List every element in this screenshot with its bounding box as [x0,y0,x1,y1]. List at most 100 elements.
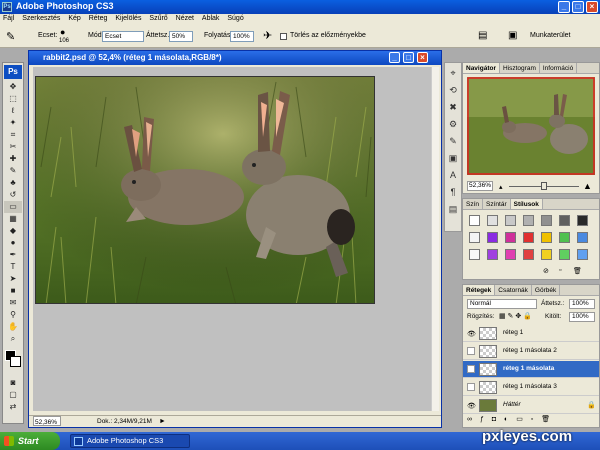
slice-tool-icon[interactable]: ✂ [4,141,22,153]
menu-window[interactable]: Ablak [199,14,223,23]
status-menu-arrow-icon[interactable]: ► [159,416,166,427]
style-swatch[interactable] [577,215,588,226]
visibility-toggle[interactable] [467,383,475,391]
mode-select[interactable]: Ecset [102,31,144,42]
new-group-icon[interactable]: ▭ [516,416,526,423]
maximize-button[interactable]: □ [572,1,584,13]
minimize-button[interactable]: _ [558,1,570,13]
lock-icons[interactable]: ▦ ✎ ✥ 🔒 [499,312,532,320]
tab-info[interactable]: Információ [540,63,578,73]
new-layer-icon[interactable]: ▫ [531,416,536,423]
tab-swatches[interactable]: Színtár [483,199,511,209]
tab-channels[interactable]: Csatornák [495,285,532,295]
layer-row[interactable]: 👁 réteg 1 [463,325,599,342]
history-panel-icon[interactable]: ⟲ [446,83,460,97]
style-swatch[interactable] [523,232,534,243]
style-swatch[interactable] [505,215,516,226]
zoom-tool-icon[interactable]: ⌕ [4,333,22,345]
zoom-slider-handle[interactable] [541,182,547,190]
marquee-tool-icon[interactable]: ⬚ [4,93,22,105]
style-swatch[interactable] [523,249,534,260]
delete-style-icon[interactable]: 🗑 [573,267,582,275]
dodge-tool-icon[interactable]: ● [4,237,22,249]
tab-color[interactable]: Szín [463,199,484,209]
blur-tool-icon[interactable]: ◆ [4,225,22,237]
tab-layers[interactable]: Rétegek [463,285,496,295]
menu-filter[interactable]: Szűrő [146,14,170,23]
layer-row-background[interactable]: 👁 Háttér 🔒 [463,397,599,414]
gradient-tool-icon[interactable]: ▦ [4,213,22,225]
airbrush-icon[interactable]: ✈ [263,29,272,42]
style-swatch[interactable] [505,249,516,260]
move-tool-icon[interactable]: ✥ [4,81,22,93]
zoom-in-icon[interactable]: ▲ [583,181,592,191]
navigator-panel-icon[interactable]: ⌖ [446,66,460,80]
add-mask-icon[interactable]: ◘ [492,416,499,423]
doc-maximize-button[interactable]: □ [403,52,414,63]
hand-tool-icon[interactable]: ✋ [4,321,22,333]
visibility-eye-icon[interactable]: 👁 [467,330,476,338]
style-swatch[interactable] [541,249,552,260]
doc-close-button[interactable]: × [417,52,428,63]
tool-presets-icon[interactable]: ⚙ [446,117,460,131]
eraser-tool-icon[interactable]: ✎ [6,30,15,43]
layer-row-selected[interactable]: réteg 1 másolata [463,361,599,378]
fill-input[interactable]: 100% [569,312,595,322]
style-swatch[interactable] [577,249,588,260]
brushes-panel-icon[interactable]: ✎ [446,134,460,148]
new-style-icon[interactable]: ▫ [559,267,561,274]
style-swatch[interactable] [541,215,552,226]
clone-source-icon[interactable]: ▣ [446,151,460,165]
quick-mask-icon[interactable]: ◙ [4,377,22,389]
navigator-zoom-field[interactable]: 52,36% [467,181,493,191]
blend-mode-select[interactable]: Normál [467,299,537,309]
clear-style-icon[interactable]: ⊘ [543,267,549,275]
style-swatch[interactable] [469,232,480,243]
style-swatch[interactable] [469,249,480,260]
menu-layer[interactable]: Réteg [86,14,111,23]
layer-row[interactable]: réteg 1 másolata 3 [463,379,599,396]
style-swatch[interactable] [559,232,570,243]
shape-tool-icon[interactable]: ■ [4,285,22,297]
start-button[interactable]: Start [0,432,60,450]
menu-help[interactable]: Súgó [224,14,246,23]
style-swatch[interactable] [487,232,498,243]
taskbar-item-photoshop[interactable]: Adobe Photoshop CS3 [70,434,190,448]
menu-file[interactable]: Fájl [0,14,17,23]
link-layers-icon[interactable]: ∞ [467,416,475,423]
style-swatch[interactable] [487,249,498,260]
actions-panel-icon[interactable]: ✖ [446,100,460,114]
clone-stamp-icon[interactable]: ♣ [4,177,22,189]
menu-select[interactable]: Kijelölés [112,14,144,23]
magic-wand-icon[interactable]: ✦ [4,117,22,129]
layer-style-icon[interactable]: ƒ [480,416,487,423]
style-swatch[interactable] [469,215,480,226]
visibility-eye-icon[interactable]: 👁 [467,402,476,410]
notes-tool-icon[interactable]: ✉ [4,297,22,309]
opacity-input[interactable]: 50% [169,31,193,42]
tab-histogram[interactable]: Hisztogram [500,63,540,73]
zoom-field[interactable]: 52,36% [33,416,61,426]
document-title-bar[interactable]: rabbit2.psd @ 52,4% (réteg 1 másolata,RG… [29,51,441,65]
paragraph-panel-icon[interactable]: ¶ [446,185,460,199]
navigator-preview[interactable] [467,77,595,175]
history-brush-icon[interactable]: ↺ [4,189,22,201]
doc-minimize-button[interactable]: _ [389,52,400,63]
menu-edit[interactable]: Szerkesztés [19,14,63,23]
flow-input[interactable]: 100% [230,31,254,42]
visibility-toggle[interactable] [467,365,475,373]
adjustment-layer-icon[interactable]: ◐ [504,416,511,423]
delete-layer-icon[interactable]: 🗑 [541,416,553,423]
crop-tool-icon[interactable]: ⌗ [4,129,22,141]
palette-well-icon[interactable]: ▣ [508,30,517,41]
eyedropper-icon[interactable]: ⚲ [4,309,22,321]
imageready-icon[interactable]: ⇄ [4,401,22,413]
style-swatch[interactable] [487,215,498,226]
path-select-icon[interactable]: ➤ [4,273,22,285]
pen-tool-icon[interactable]: ✒ [4,249,22,261]
layer-opacity-input[interactable]: 100% [569,299,595,309]
vertical-scrollbar[interactable] [431,67,439,411]
layer-comps-icon[interactable]: ▤ [446,202,460,216]
bridge-icon[interactable]: ▤ [478,30,487,41]
style-swatch[interactable] [559,215,570,226]
